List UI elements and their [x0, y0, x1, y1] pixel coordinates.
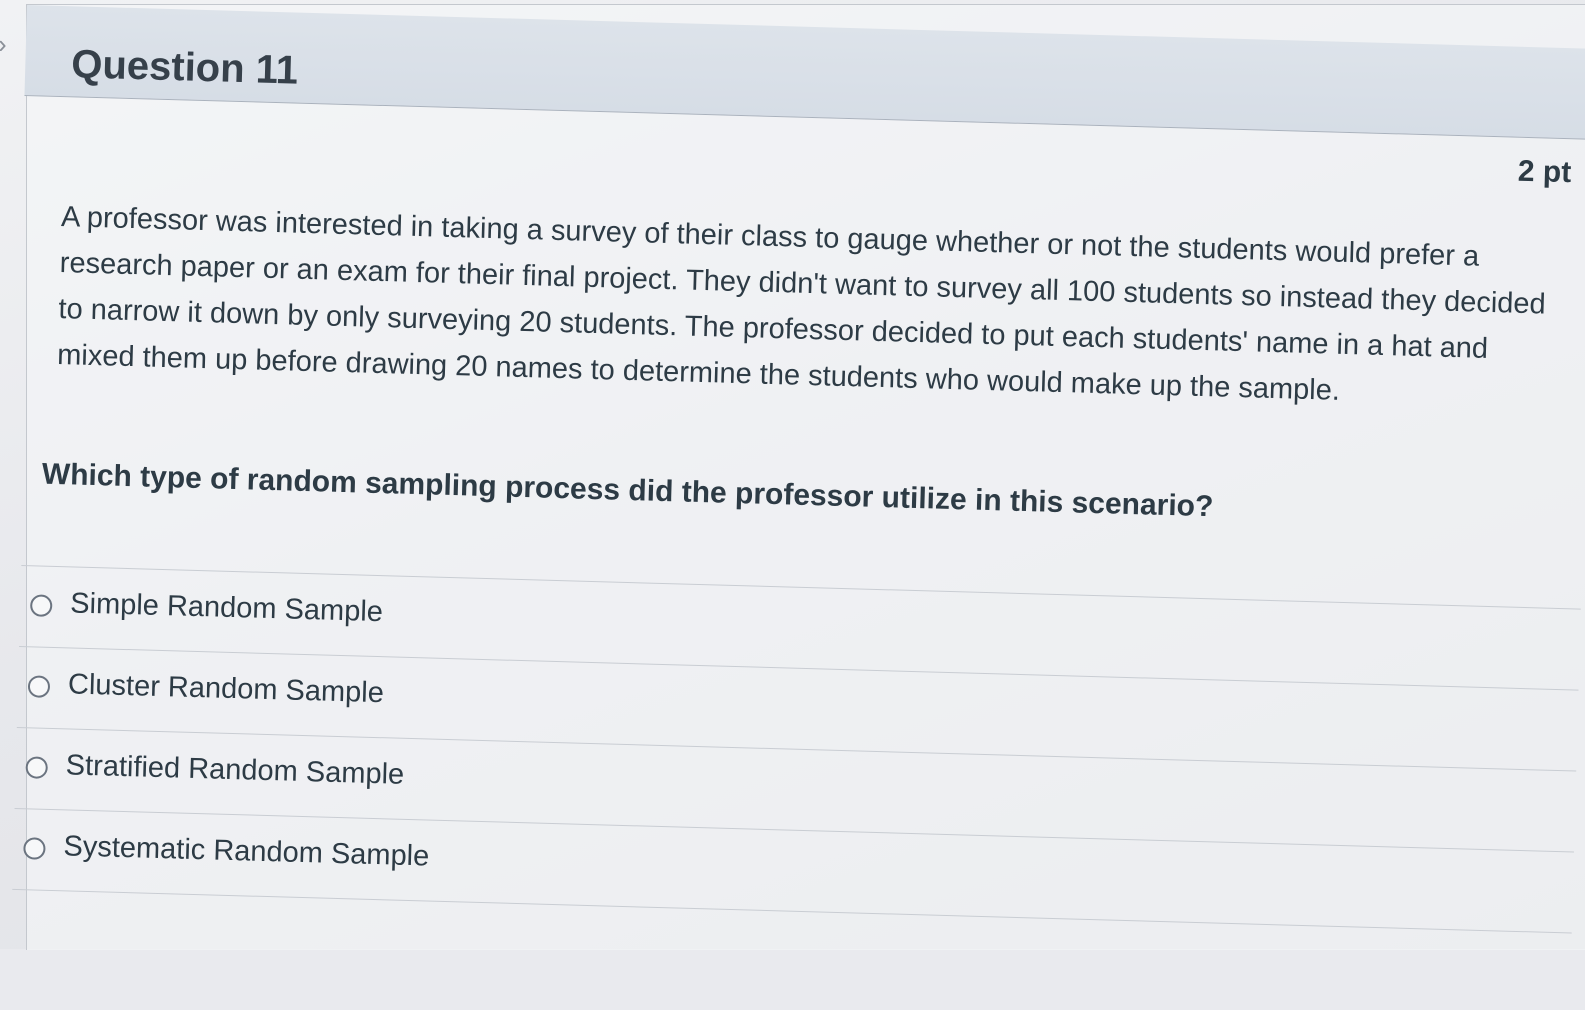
radio-button[interactable]: [29, 594, 53, 617]
question-card-content: Question 11 2 pt A professor was interes…: [0, 5, 1585, 1010]
question-card: Question 11 2 pt A professor was interes…: [12, 4, 1585, 950]
radio-button[interactable]: [25, 756, 49, 779]
radio-button[interactable]: [23, 837, 46, 860]
radio-button[interactable]: [27, 675, 51, 698]
question-prompt: Which type of random sampling process di…: [41, 457, 1214, 524]
question-header: Question 11: [24, 5, 1585, 142]
answer-label[interactable]: Stratified Random Sample: [65, 749, 404, 791]
chevron-right-icon[interactable]: ›: [0, 30, 12, 58]
question-points: 2 pt: [1517, 154, 1572, 190]
answer-label[interactable]: Cluster Random Sample: [68, 668, 385, 710]
answer-list: Simple Random Sample Cluster Random Samp…: [12, 565, 1581, 934]
question-text: A professor was interested in taking a s…: [56, 201, 1547, 407]
answer-label[interactable]: Systematic Random Sample: [63, 830, 430, 873]
answer-label[interactable]: Simple Random Sample: [70, 587, 384, 629]
question-title: Question 11: [70, 42, 299, 93]
